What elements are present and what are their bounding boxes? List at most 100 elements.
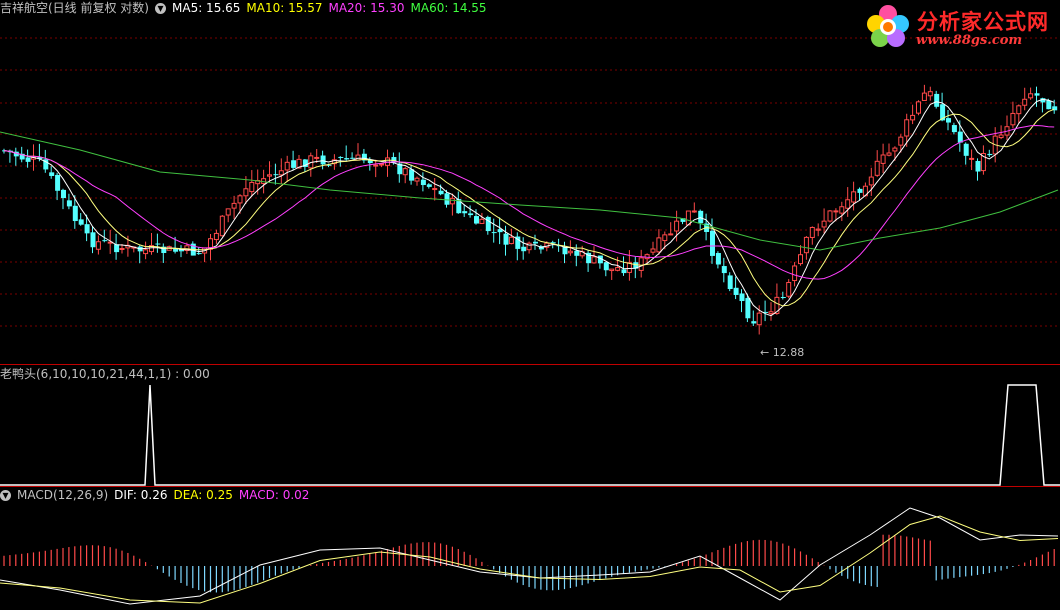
candle-body (998, 134, 1004, 139)
candle-body (756, 312, 762, 326)
candle-body (278, 170, 284, 176)
candle-body (243, 188, 249, 197)
candle-body (638, 257, 644, 271)
candle-body (355, 154, 361, 161)
dif-value: DIF: 0.26 (114, 488, 168, 502)
candle-body (656, 237, 662, 253)
laoyatou-indicator-line (0, 384, 1060, 486)
candle-body (1046, 100, 1052, 110)
dea-line (0, 515, 1059, 604)
candle-body (751, 321, 757, 324)
candle-body (119, 247, 125, 250)
candle-body (1028, 93, 1034, 99)
macd-legend: ▾ MACD(12,26,9) DIF: 0.26 DEA: 0.25 MACD… (0, 487, 309, 503)
candle-body (946, 118, 951, 123)
candle-body (344, 158, 350, 160)
candle-body (715, 253, 721, 265)
candle-body (839, 206, 845, 214)
low-price-annotation: ← 12.88 (760, 346, 805, 359)
candle-body (745, 298, 751, 319)
candle-body (668, 233, 674, 236)
flower-logo-icon (867, 5, 909, 47)
candle-body (621, 269, 627, 274)
candle-body (521, 246, 527, 252)
candle-body (284, 161, 290, 171)
stock-chart[interactable] (0, 0, 1060, 610)
candle-body (567, 250, 573, 254)
candle-body (468, 213, 474, 216)
candle-body (591, 256, 597, 264)
ma60-value: MA60: 14.55 (410, 1, 487, 15)
candle-body (379, 163, 385, 166)
candle-body (90, 232, 96, 248)
logo-title: 分析家公式网 (917, 9, 1049, 34)
site-logo: 分析家公式网 www.88gs.com (862, 2, 1058, 52)
candle-body (868, 176, 874, 186)
candle-body (780, 297, 786, 299)
candle-body (892, 147, 898, 152)
panel-separators (0, 364, 1060, 487)
chevron-down-icon[interactable]: ▾ (0, 489, 11, 501)
ma60-line (0, 131, 1059, 251)
dea-value: DEA: 0.25 (173, 488, 233, 502)
candle-body (963, 143, 969, 156)
chevron-down-icon[interactable]: ▾ (155, 2, 166, 14)
candle-body (225, 208, 231, 216)
candle-body (491, 232, 497, 234)
candle-body (615, 267, 621, 271)
candle-body (798, 254, 803, 265)
candle-body (721, 266, 727, 274)
candle-body (815, 228, 821, 231)
candle-body (987, 153, 993, 156)
candle-body (95, 241, 101, 250)
candle-body (927, 91, 933, 97)
candle-body (432, 188, 438, 191)
candle-body (951, 125, 957, 133)
macd-value: MACD: 0.02 (238, 488, 310, 502)
candle-body (710, 230, 715, 256)
candle-body (662, 234, 668, 242)
candle-body (196, 253, 202, 255)
candle-body (880, 154, 886, 164)
candle-body (409, 169, 415, 181)
candle-body (438, 190, 444, 195)
candle-body (603, 262, 609, 271)
candle-body (231, 202, 237, 209)
candle-body (426, 184, 432, 187)
candle-body (219, 215, 225, 237)
moving-average-lines (0, 98, 1059, 317)
candle-body (55, 174, 61, 191)
candle-body (851, 191, 857, 203)
candle-body (957, 131, 963, 143)
candle-body (921, 92, 927, 101)
candle-body (574, 250, 580, 256)
candle-body (827, 210, 833, 222)
candle-body (733, 287, 739, 295)
candle-body (857, 188, 863, 193)
candle-body (249, 181, 255, 193)
low-price-value: 12.88 (772, 346, 805, 359)
candle-body (402, 168, 408, 176)
candle-body (449, 197, 455, 205)
candle-body (533, 241, 538, 244)
candle-body (910, 114, 916, 121)
candle-body (691, 210, 697, 213)
candle-body (444, 193, 450, 205)
candle-body (650, 248, 656, 253)
candle-body (792, 265, 798, 282)
candle-body (291, 160, 297, 168)
macd-title[interactable]: MACD(12,26,9) (17, 487, 108, 503)
stock-title[interactable]: 吉祥航空(日线 前复权 对数) (0, 0, 149, 16)
candle-body (25, 157, 31, 162)
candle-body (503, 233, 509, 245)
macd-panel-graphics (0, 507, 1059, 605)
ma10-value: MA10: 15.57 (246, 1, 323, 15)
candle-body (474, 216, 479, 224)
candle-body (338, 156, 344, 158)
indicator-title[interactable]: 老鸭头(6,10,10,10,21,44,1,1) : 0.00 (0, 366, 210, 382)
candle-body (727, 275, 733, 290)
candle-body (350, 157, 356, 159)
candle-body (1034, 93, 1040, 96)
candle-body (143, 249, 149, 255)
candle-body (267, 174, 272, 177)
